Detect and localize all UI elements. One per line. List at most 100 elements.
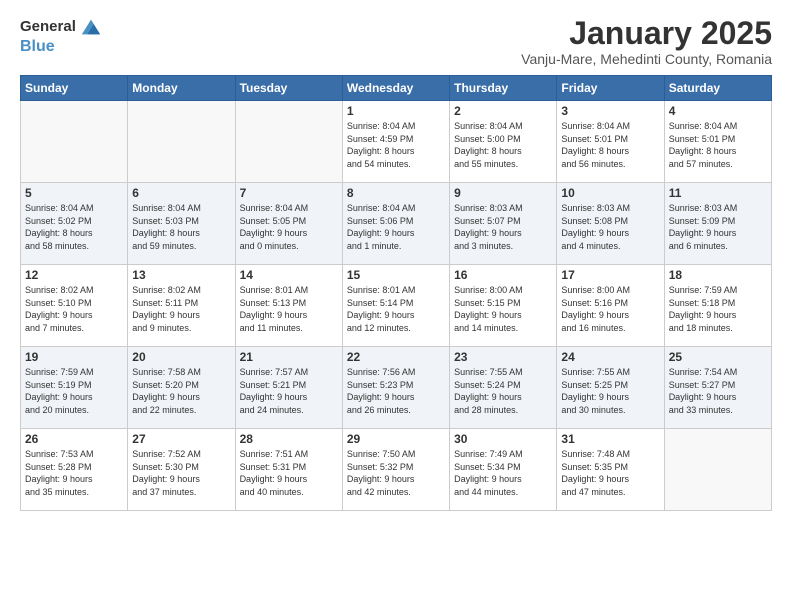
- day-number: 4: [669, 104, 767, 118]
- weekday-header: Wednesday: [342, 76, 449, 101]
- day-info: Sunrise: 8:01 AMSunset: 5:14 PMDaylight:…: [347, 284, 445, 334]
- calendar-cell: [21, 101, 128, 183]
- day-info: Sunrise: 8:00 AMSunset: 5:16 PMDaylight:…: [561, 284, 659, 334]
- day-info: Sunrise: 7:55 AMSunset: 5:24 PMDaylight:…: [454, 366, 552, 416]
- weekday-header: Tuesday: [235, 76, 342, 101]
- day-info: Sunrise: 7:49 AMSunset: 5:34 PMDaylight:…: [454, 448, 552, 498]
- day-number: 19: [25, 350, 123, 364]
- day-number: 24: [561, 350, 659, 364]
- day-number: 7: [240, 186, 338, 200]
- calendar-cell: 20 Sunrise: 7:58 AMSunset: 5:20 PMDayligh…: [128, 347, 235, 429]
- day-number: 5: [25, 186, 123, 200]
- day-number: 22: [347, 350, 445, 364]
- calendar-cell: 16 Sunrise: 8:00 AMSunset: 5:15 PMDayligh…: [450, 265, 557, 347]
- day-info: Sunrise: 8:04 AMSunset: 5:02 PMDaylight:…: [25, 202, 123, 252]
- calendar-cell: 9Sunrise: 8:03 AMSunset: 5:07 PMDaylight…: [450, 183, 557, 265]
- header: General Blue January 2025 Vanju-Mare, Me…: [20, 16, 772, 67]
- day-info: Sunrise: 7:50 AMSunset: 5:32 PMDaylight:…: [347, 448, 445, 498]
- weekday-header: Monday: [128, 76, 235, 101]
- day-info: Sunrise: 8:04 AMSunset: 5:00 PMDaylight:…: [454, 120, 552, 170]
- weekday-header: Saturday: [664, 76, 771, 101]
- day-info: Sunrise: 8:04 AMSunset: 5:05 PMDaylight:…: [240, 202, 338, 252]
- calendar-cell: [235, 101, 342, 183]
- day-info: Sunrise: 7:53 AMSunset: 5:28 PMDaylight:…: [25, 448, 123, 498]
- day-number: 6: [132, 186, 230, 200]
- weekday-header: Thursday: [450, 76, 557, 101]
- calendar-cell: 11 Sunrise: 8:03 AMSunset: 5:09 PMDayligh…: [664, 183, 771, 265]
- day-info: Sunrise: 7:48 AMSunset: 5:35 PMDaylight:…: [561, 448, 659, 498]
- day-number: 26: [25, 432, 123, 446]
- weekday-header: Friday: [557, 76, 664, 101]
- day-info: Sunrise: 7:56 AMSunset: 5:23 PMDaylight:…: [347, 366, 445, 416]
- calendar-week-row: 5 Sunrise: 8:04 AMSunset: 5:02 PMDaylight…: [21, 183, 772, 265]
- calendar-cell: 18 Sunrise: 7:59 AMSunset: 5:18 PMDayligh…: [664, 265, 771, 347]
- calendar-cell: 6 Sunrise: 8:04 AMSunset: 5:03 PMDaylight…: [128, 183, 235, 265]
- day-number: 2: [454, 104, 552, 118]
- day-info: Sunrise: 8:04 AMSunset: 5:03 PMDaylight:…: [132, 202, 230, 252]
- logo-text: General: [20, 19, 76, 36]
- calendar-header-row: SundayMondayTuesdayWednesdayThursdayFrid…: [21, 76, 772, 101]
- day-info: Sunrise: 8:04 AMSunset: 5:06 PMDaylight:…: [347, 202, 445, 252]
- day-number: 15: [347, 268, 445, 282]
- day-number: 20: [132, 350, 230, 364]
- day-number: 14: [240, 268, 338, 282]
- logo-icon: [80, 16, 102, 38]
- day-number: 21: [240, 350, 338, 364]
- day-number: 1: [347, 104, 445, 118]
- day-number: 27: [132, 432, 230, 446]
- day-number: 8: [347, 186, 445, 200]
- calendar-cell: [128, 101, 235, 183]
- calendar-cell: 26 Sunrise: 7:53 AMSunset: 5:28 PMDayligh…: [21, 429, 128, 511]
- day-info: Sunrise: 8:01 AMSunset: 5:13 PMDaylight:…: [240, 284, 338, 334]
- day-info: Sunrise: 7:55 AMSunset: 5:25 PMDaylight:…: [561, 366, 659, 416]
- day-info: Sunrise: 7:58 AMSunset: 5:20 PMDaylight:…: [132, 366, 230, 416]
- day-number: 9: [454, 186, 552, 200]
- day-number: 11: [669, 186, 767, 200]
- calendar-cell: 21Sunrise: 7:57 AMSunset: 5:21 PMDayligh…: [235, 347, 342, 429]
- day-number: 12: [25, 268, 123, 282]
- calendar-cell: 31 Sunrise: 7:48 AMSunset: 5:35 PMDayligh…: [557, 429, 664, 511]
- calendar-cell: 17 Sunrise: 8:00 AMSunset: 5:16 PMDayligh…: [557, 265, 664, 347]
- subtitle: Vanju-Mare, Mehedinti County, Romania: [521, 51, 772, 67]
- day-number: 31: [561, 432, 659, 446]
- calendar-week-row: 1 Sunrise: 8:04 AMSunset: 4:59 PMDaylight…: [21, 101, 772, 183]
- calendar-cell: 1 Sunrise: 8:04 AMSunset: 4:59 PMDaylight…: [342, 101, 449, 183]
- calendar-cell: 3Sunrise: 8:04 AMSunset: 5:01 PMDaylight…: [557, 101, 664, 183]
- day-info: Sunrise: 7:54 AMSunset: 5:27 PMDaylight:…: [669, 366, 767, 416]
- day-number: 10: [561, 186, 659, 200]
- day-info: Sunrise: 8:02 AMSunset: 5:11 PMDaylight:…: [132, 284, 230, 334]
- calendar-cell: 12Sunrise: 8:02 AMSunset: 5:10 PMDayligh…: [21, 265, 128, 347]
- day-info: Sunrise: 8:04 AMSunset: 5:01 PMDaylight:…: [561, 120, 659, 170]
- day-info: Sunrise: 8:04 AMSunset: 5:01 PMDaylight:…: [669, 120, 767, 170]
- day-info: Sunrise: 7:52 AMSunset: 5:30 PMDaylight:…: [132, 448, 230, 498]
- calendar-week-row: 26 Sunrise: 7:53 AMSunset: 5:28 PMDayligh…: [21, 429, 772, 511]
- calendar-cell: 24 Sunrise: 7:55 AMSunset: 5:25 PMDayligh…: [557, 347, 664, 429]
- logo: General Blue: [20, 16, 102, 56]
- calendar-cell: 2 Sunrise: 8:04 AMSunset: 5:00 PMDaylight…: [450, 101, 557, 183]
- day-number: 13: [132, 268, 230, 282]
- logo-blue-text: Blue: [20, 38, 55, 56]
- day-number: 28: [240, 432, 338, 446]
- calendar-week-row: 12Sunrise: 8:02 AMSunset: 5:10 PMDayligh…: [21, 265, 772, 347]
- day-number: 16: [454, 268, 552, 282]
- calendar-table: SundayMondayTuesdayWednesdayThursdayFrid…: [20, 75, 772, 511]
- calendar-page: General Blue January 2025 Vanju-Mare, Me…: [0, 0, 792, 612]
- day-info: Sunrise: 7:59 AMSunset: 5:18 PMDaylight:…: [669, 284, 767, 334]
- calendar-week-row: 19 Sunrise: 7:59 AMSunset: 5:19 PMDayligh…: [21, 347, 772, 429]
- calendar-cell: 22 Sunrise: 7:56 AMSunset: 5:23 PMDayligh…: [342, 347, 449, 429]
- day-number: 29: [347, 432, 445, 446]
- day-number: 25: [669, 350, 767, 364]
- calendar-cell: 8 Sunrise: 8:04 AMSunset: 5:06 PMDaylight…: [342, 183, 449, 265]
- calendar-cell: 25 Sunrise: 7:54 AMSunset: 5:27 PMDayligh…: [664, 347, 771, 429]
- calendar-cell: 10Sunrise: 8:03 AMSunset: 5:08 PMDayligh…: [557, 183, 664, 265]
- calendar-cell: 29 Sunrise: 7:50 AMSunset: 5:32 PMDayligh…: [342, 429, 449, 511]
- calendar-cell: 15 Sunrise: 8:01 AMSunset: 5:14 PMDayligh…: [342, 265, 449, 347]
- day-info: Sunrise: 7:59 AMSunset: 5:19 PMDaylight:…: [25, 366, 123, 416]
- calendar-cell: 14 Sunrise: 8:01 AMSunset: 5:13 PMDayligh…: [235, 265, 342, 347]
- main-title: January 2025: [521, 16, 772, 51]
- day-info: Sunrise: 8:00 AMSunset: 5:15 PMDaylight:…: [454, 284, 552, 334]
- day-info: Sunrise: 8:04 AMSunset: 4:59 PMDaylight:…: [347, 120, 445, 170]
- day-number: 17: [561, 268, 659, 282]
- day-number: 18: [669, 268, 767, 282]
- day-info: Sunrise: 8:03 AMSunset: 5:09 PMDaylight:…: [669, 202, 767, 252]
